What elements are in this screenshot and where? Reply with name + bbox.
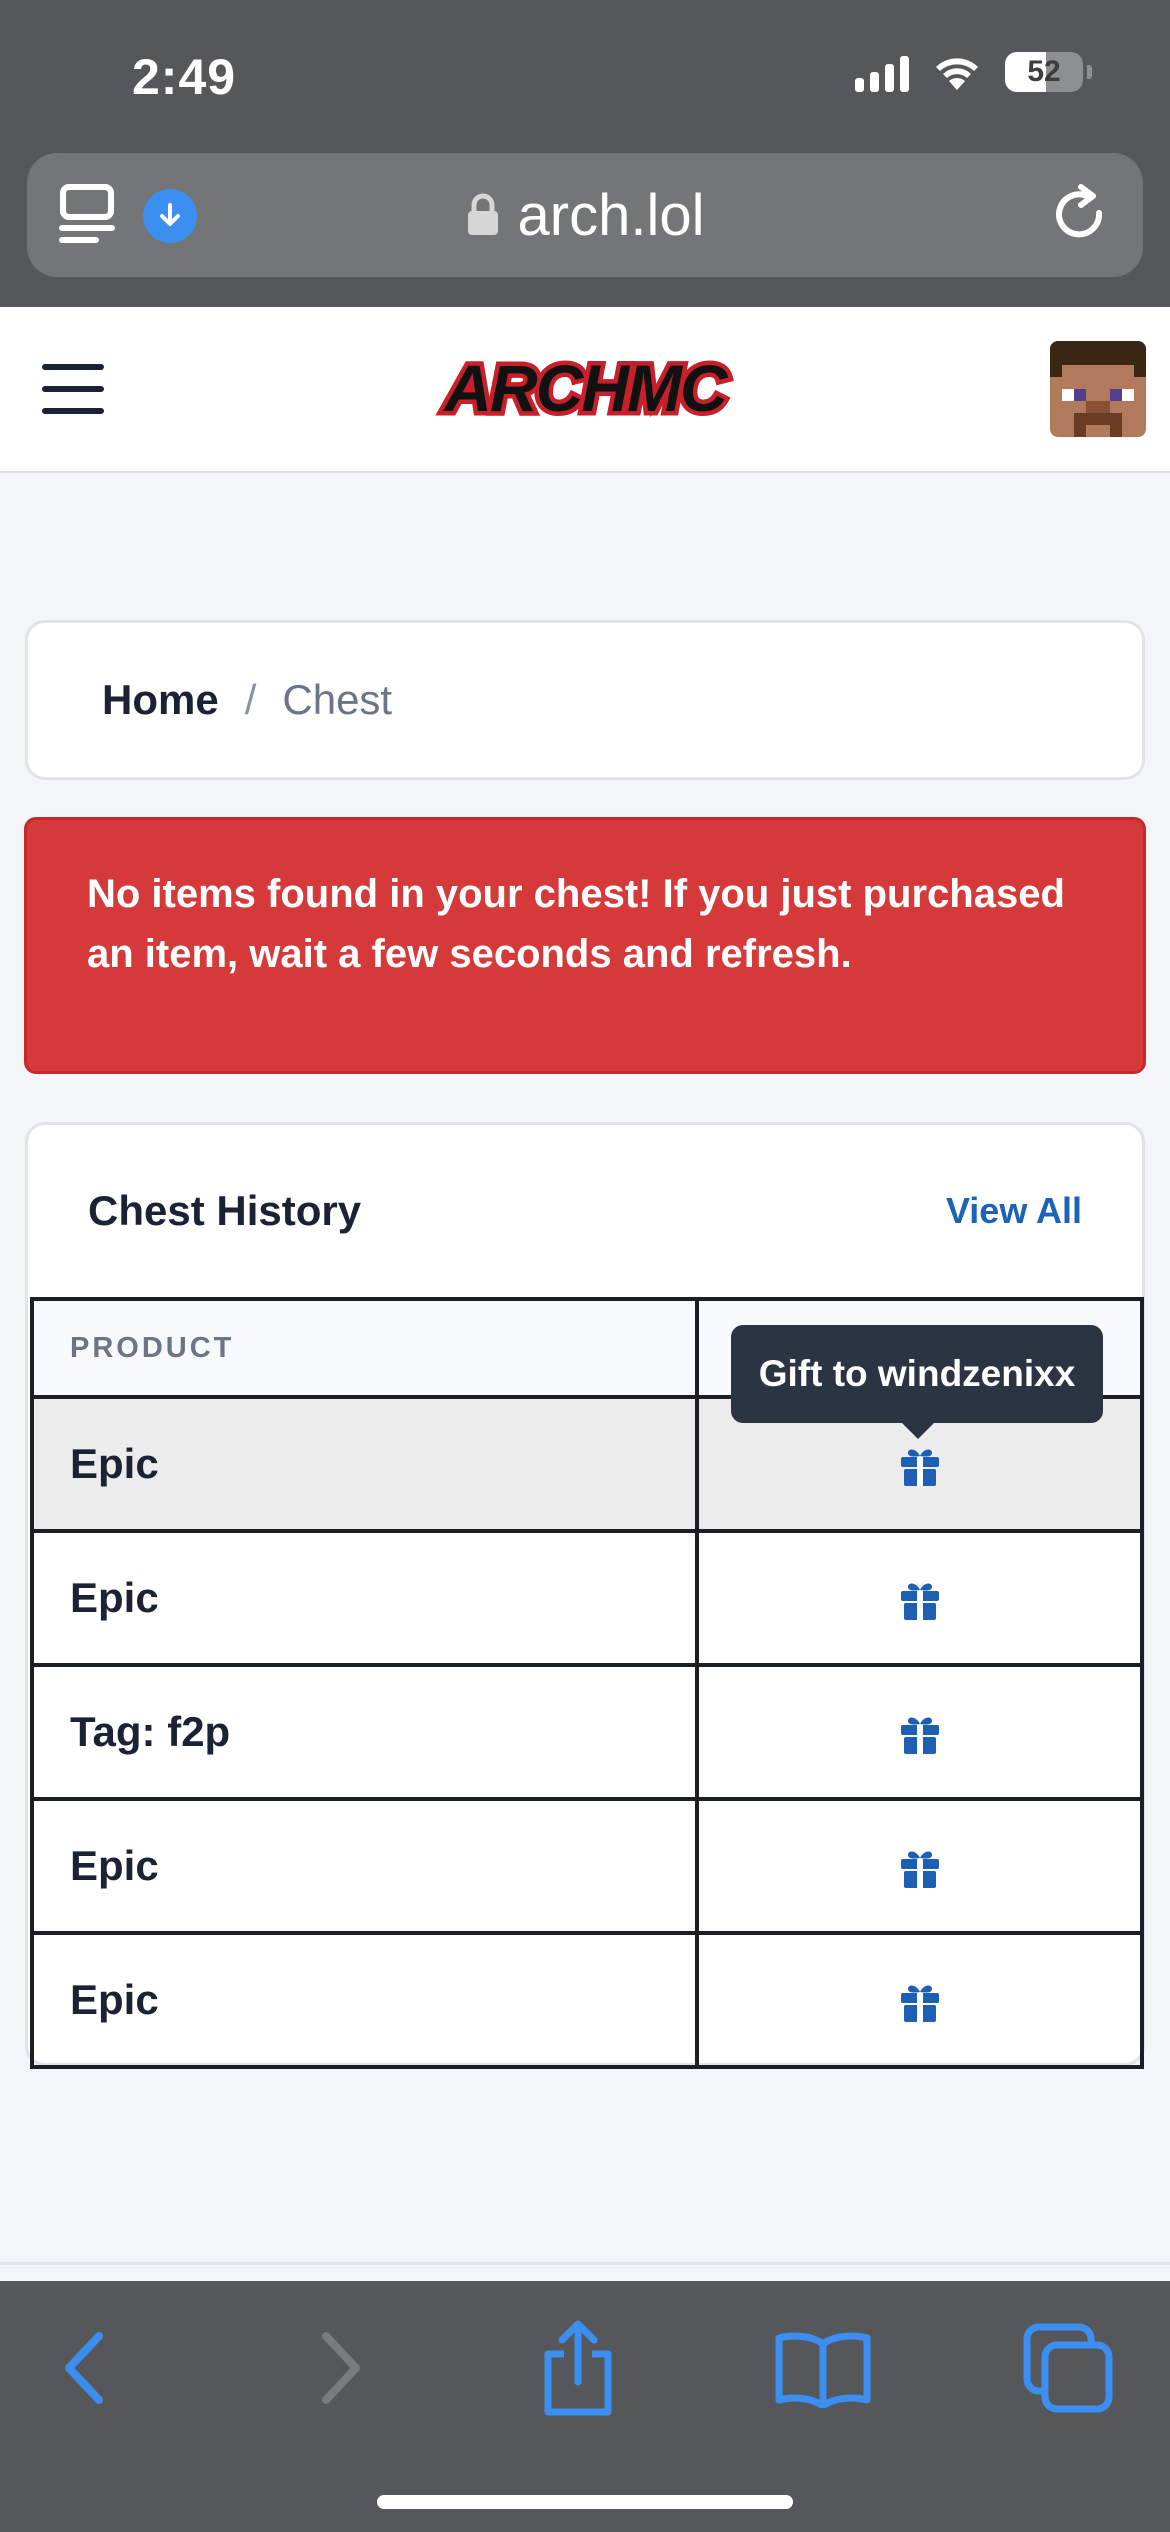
url-text[interactable]: arch.lol xyxy=(518,182,705,249)
gift-icon[interactable] xyxy=(898,1578,942,1622)
view-all-link[interactable]: View All xyxy=(946,1190,1082,1232)
table-row: Epic xyxy=(30,1797,1144,1935)
tooltip-text: Gift to windzenixx xyxy=(758,1353,1076,1394)
gift-icon[interactable] xyxy=(898,1712,942,1756)
forward-button[interactable] xyxy=(290,2318,390,2418)
tabs-button[interactable] xyxy=(1018,2318,1118,2418)
status-time: 2:49 xyxy=(132,49,237,105)
svg-text:ARCHMC: ARCHMC xyxy=(442,351,729,425)
breadcrumb: Home / Chest xyxy=(25,620,1145,780)
table-row: Epic xyxy=(30,1931,1144,2069)
avatar[interactable] xyxy=(1050,341,1146,437)
gift-icon[interactable] xyxy=(898,1980,942,2024)
chevron-left-icon xyxy=(65,2332,103,2404)
product-cell: Epic xyxy=(30,1395,699,1533)
column-header-product: PRODUCT xyxy=(30,1297,699,1399)
bookmarks-button[interactable] xyxy=(773,2318,873,2418)
lock-icon xyxy=(467,193,498,235)
book-icon xyxy=(775,2332,871,2408)
alert-message: No items found in your chest! If you jus… xyxy=(87,872,1065,976)
product-cell: Epic xyxy=(30,1529,699,1667)
divider xyxy=(0,2262,1170,2265)
reload-icon[interactable] xyxy=(1049,183,1113,247)
share-button[interactable] xyxy=(528,2318,628,2418)
cellular-signal-icon xyxy=(855,52,909,92)
browser-chrome: 2:49 52 arch.lol xyxy=(0,0,1170,307)
table-row: Epic xyxy=(30,1529,1144,1667)
product-cell: Epic xyxy=(30,1797,699,1935)
back-button[interactable] xyxy=(35,2318,135,2418)
breadcrumb-home[interactable]: Home xyxy=(102,676,219,724)
table-row: Tag: f2p xyxy=(30,1663,1144,1801)
battery-icon: 52 xyxy=(1005,52,1083,92)
empty-chest-alert: No items found in your chest! If you jus… xyxy=(24,817,1146,1074)
battery-level: 52 xyxy=(1027,55,1061,88)
gift-icon[interactable] xyxy=(898,1846,942,1890)
gift-tooltip: Gift to windzenixx xyxy=(731,1325,1103,1423)
menu-icon[interactable] xyxy=(42,364,104,414)
chevron-right-icon xyxy=(322,2332,360,2404)
status-icons: 52 xyxy=(855,52,1092,92)
chest-history-title: Chest History xyxy=(88,1187,362,1234)
gift-icon[interactable] xyxy=(898,1444,942,1488)
site-header: ARCHMC xyxy=(0,307,1170,473)
chest-history-card: Chest History View All PRODUCT TYPE Epic… xyxy=(25,1122,1145,2069)
product-cell: Epic xyxy=(30,1931,699,2069)
browser-toolbar xyxy=(0,2281,1170,2532)
product-cell: Tag: f2p xyxy=(30,1663,699,1801)
wifi-icon xyxy=(936,58,978,90)
tooltip-arrow xyxy=(900,1421,936,1439)
breadcrumb-separator: / xyxy=(244,676,257,723)
tabs-icon xyxy=(1023,2323,1113,2413)
archmc-logo[interactable]: ARCHMC xyxy=(420,349,750,429)
address-bar[interactable]: arch.lol xyxy=(27,153,1143,277)
home-indicator xyxy=(377,2495,793,2509)
share-icon xyxy=(544,2320,612,2416)
breadcrumb-current: Chest xyxy=(282,676,393,723)
